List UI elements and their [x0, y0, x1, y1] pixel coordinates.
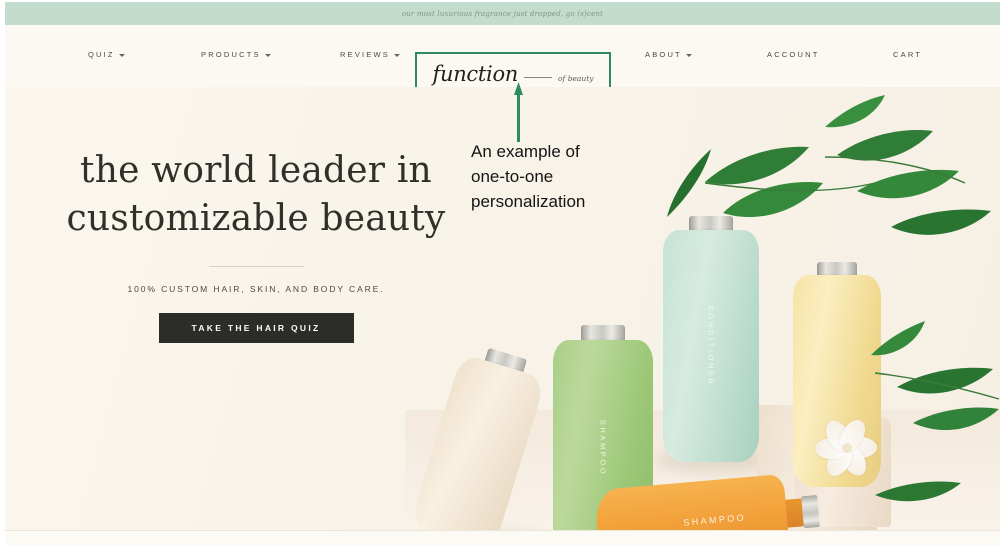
flower-center [842, 443, 852, 453]
nav-item-about[interactable]: ABOUT [645, 50, 692, 59]
nav-item-label: REVIEWS [340, 50, 390, 59]
nav-item-reviews[interactable]: REVIEWS [340, 50, 400, 59]
product-bottle-conditioner: CONDITIONER [663, 216, 759, 462]
nav-item-label: ACCOUNT [767, 50, 820, 59]
logo-wordmark: function [432, 62, 519, 86]
site-header: QUIZ PRODUCTS REVIEWS ABOUT ACCOUNT CART… [5, 25, 1000, 99]
hero-subtitle: 100% CUSTOM HAIR, SKIN, AND BODY CARE. [127, 284, 385, 295]
nav-item-label: CART [893, 50, 923, 59]
annotation-arrow-icon [514, 82, 523, 142]
webpage: our most luxurious fragrance just droppe… [5, 2, 1000, 545]
nav-item-label: ABOUT [645, 50, 682, 59]
bottle-cap-icon [801, 494, 820, 529]
nav-item-label: QUIZ [88, 50, 115, 59]
chevron-down-icon [394, 54, 400, 57]
bottle-body: CONDITIONER [663, 230, 759, 462]
nav-item-label: PRODUCTS [201, 50, 261, 59]
chevron-down-icon [264, 54, 271, 57]
divider [208, 266, 304, 268]
nav-item-cart[interactable]: CART [893, 50, 922, 59]
nav-item-account[interactable]: ACCOUNT [767, 50, 819, 59]
announcement-text: our most luxurious fragrance just droppe… [401, 9, 604, 18]
chevron-down-icon [685, 54, 692, 57]
annotation-label: An example of one-to-one personalization [471, 142, 586, 212]
logo-subtitle: of beauty [558, 74, 594, 83]
announcement-bar[interactable]: our most luxurious fragrance just droppe… [5, 2, 1000, 25]
footer-strip [5, 531, 1000, 545]
logo-divider-dash [524, 77, 553, 78]
hero-copy: the world leader in customizable beauty … [41, 147, 471, 344]
take-the-hair-quiz-button[interactable]: TAKE THE HAIR QUIZ [158, 313, 354, 344]
bottle-label: SHAMPOO [598, 419, 608, 476]
screenshot-root: our most luxurious fragrance just droppe… [0, 0, 1000, 545]
bottle-label: CONDITIONER [706, 305, 716, 387]
nav-item-products[interactable]: PRODUCTS [201, 50, 271, 59]
bottle-label: SHAMPOO [682, 512, 747, 528]
flower-decoration [815, 415, 895, 481]
chevron-down-icon [118, 54, 125, 57]
page-title: the world leader in customizable beauty [66, 150, 446, 240]
nav-item-quiz[interactable]: QUIZ [88, 50, 125, 59]
